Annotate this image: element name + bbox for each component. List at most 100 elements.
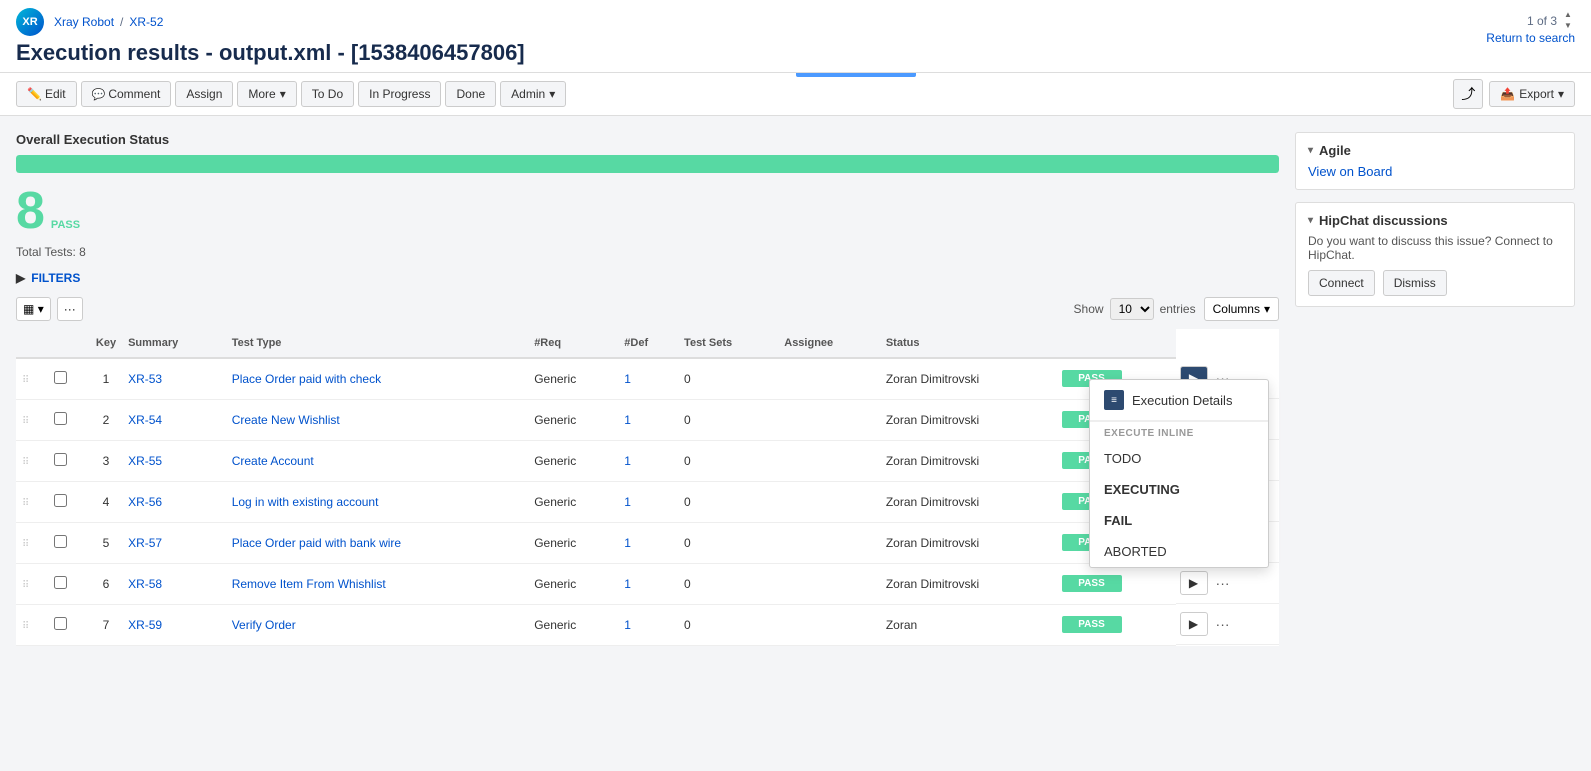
progress-indicator: [796, 73, 916, 77]
hipchat-section-header[interactable]: ▾ HipChat discussions: [1308, 213, 1562, 228]
drag-handle[interactable]: ⠿: [22, 498, 29, 509]
row-test-type: Generic: [528, 358, 618, 399]
done-button[interactable]: Done: [445, 81, 496, 107]
filters-toggle[interactable]: ▶ FILTERS: [16, 271, 1279, 285]
breadcrumb-current[interactable]: XR-52: [129, 15, 163, 29]
row-key[interactable]: XR-54: [128, 413, 162, 427]
overall-progress-bar: [16, 155, 1279, 173]
todo-button[interactable]: To Do: [301, 81, 354, 107]
row-checkbox[interactable]: [54, 617, 67, 630]
row-checkbox[interactable]: [54, 371, 67, 384]
row-more-button[interactable]: ···: [1212, 616, 1234, 632]
comment-button[interactable]: 💬 Comment: [81, 81, 172, 107]
row-assignee: Zoran: [880, 604, 1056, 645]
col-key: Key: [90, 329, 122, 358]
breadcrumb-parent[interactable]: Xray Robot: [54, 15, 114, 29]
drag-handle[interactable]: ⠿: [22, 539, 29, 550]
return-to-search-link[interactable]: Return to search: [1486, 31, 1575, 45]
row-test-sets: [778, 604, 880, 645]
row-key[interactable]: XR-57: [128, 536, 162, 550]
in-progress-button[interactable]: In Progress: [358, 81, 441, 107]
dismiss-button[interactable]: Dismiss: [1383, 270, 1447, 296]
run-button[interactable]: ▶: [1180, 612, 1208, 636]
row-num: 6: [90, 563, 122, 604]
row-req[interactable]: 1: [624, 618, 631, 632]
row-def: 0: [678, 563, 778, 604]
row-def: 0: [678, 358, 778, 399]
row-req[interactable]: 1: [624, 536, 631, 550]
agile-section-header[interactable]: ▾ Agile: [1308, 143, 1562, 158]
row-assignee: Zoran Dimitrovski: [880, 563, 1056, 604]
edit-button[interactable]: ✏️ Edit: [16, 81, 77, 107]
table-row: ⠿ 7 XR-59 Verify Order Generic 1 0 Zoran…: [16, 604, 1279, 645]
agile-chevron-icon: ▾: [1308, 145, 1313, 156]
hipchat-section: ▾ HipChat discussions Do you want to dis…: [1295, 202, 1575, 307]
table-icon: ▦: [23, 302, 34, 316]
row-key[interactable]: XR-56: [128, 495, 162, 509]
row-summary[interactable]: Place Order paid with check: [232, 372, 381, 386]
row-key[interactable]: XR-58: [128, 577, 162, 591]
row-test-sets: [778, 481, 880, 522]
nav-up-button[interactable]: ▲: [1561, 10, 1575, 20]
executing-item[interactable]: EXECUTING: [1090, 474, 1268, 505]
row-def: 0: [678, 604, 778, 645]
todo-item[interactable]: TODO: [1090, 443, 1268, 474]
drag-handle[interactable]: ⠿: [22, 580, 29, 591]
row-summary[interactable]: Create New Wishlist: [232, 413, 340, 427]
row-summary[interactable]: Verify Order: [232, 618, 296, 632]
drag-handle[interactable]: ⠿: [22, 416, 29, 427]
row-more-button[interactable]: ···: [1212, 575, 1234, 591]
row-checkbox[interactable]: [54, 494, 67, 507]
row-test-sets: [778, 440, 880, 481]
row-summary[interactable]: Remove Item From Whishlist: [232, 577, 386, 591]
row-summary[interactable]: Create Account: [232, 454, 314, 468]
more-options-button[interactable]: ···: [57, 297, 83, 321]
drag-handle[interactable]: ⠿: [22, 621, 29, 632]
row-num: 5: [90, 522, 122, 563]
row-req[interactable]: 1: [624, 495, 631, 509]
more-button[interactable]: More ▾: [237, 81, 296, 107]
row-actions-dropdown: ≡ Execution Details EXECUTE INLINE TODO …: [1089, 379, 1269, 568]
row-summary[interactable]: Log in with existing account: [232, 495, 379, 509]
export-button[interactable]: 📤 Export ▾: [1489, 81, 1575, 107]
bulk-action-button[interactable]: ▦ ▾: [16, 297, 51, 321]
connect-button[interactable]: Connect: [1308, 270, 1375, 296]
row-checkbox[interactable]: [54, 453, 67, 466]
col-actions: [1056, 329, 1176, 358]
show-entries-control: Show 10 25 50 entries: [1074, 298, 1196, 320]
admin-button[interactable]: Admin ▾: [500, 81, 566, 107]
row-key[interactable]: XR-55: [128, 454, 162, 468]
row-num: 2: [90, 399, 122, 440]
view-on-board-link[interactable]: View on Board: [1308, 164, 1392, 179]
row-summary[interactable]: Place Order paid with bank wire: [232, 536, 401, 550]
row-checkbox[interactable]: [54, 535, 67, 548]
fail-label: FAIL: [1104, 513, 1132, 528]
row-assignee: Zoran Dimitrovski: [880, 522, 1056, 563]
row-key[interactable]: XR-59: [128, 618, 162, 632]
col-test-type: Test Type: [226, 329, 529, 358]
row-checkbox[interactable]: [54, 576, 67, 589]
drag-handle[interactable]: ⠿: [22, 375, 29, 386]
nav-down-button[interactable]: ▼: [1561, 21, 1575, 31]
row-req[interactable]: 1: [624, 577, 631, 591]
drag-handle[interactable]: ⠿: [22, 457, 29, 468]
execution-details-item[interactable]: ≡ Execution Details: [1090, 380, 1268, 421]
row-req[interactable]: 1: [624, 413, 631, 427]
entries-select[interactable]: 10 25 50: [1110, 298, 1154, 320]
app-logo: XR: [16, 8, 44, 36]
row-req[interactable]: 1: [624, 454, 631, 468]
assign-button[interactable]: Assign: [175, 81, 233, 107]
row-key[interactable]: XR-53: [128, 372, 162, 386]
ellipsis-icon: ···: [64, 302, 76, 316]
filters-arrow-icon: ▶: [16, 271, 25, 285]
col-def: #Def: [618, 329, 678, 358]
run-button[interactable]: ▶: [1180, 571, 1208, 595]
total-tests: Total Tests: 8: [16, 245, 1279, 259]
row-checkbox[interactable]: [54, 412, 67, 425]
share-button[interactable]: ⤴: [1453, 79, 1483, 109]
row-req[interactable]: 1: [624, 372, 631, 386]
columns-button[interactable]: Columns ▾: [1204, 297, 1279, 321]
row-test-type: Generic: [528, 481, 618, 522]
fail-item[interactable]: FAIL: [1090, 505, 1268, 536]
aborted-item[interactable]: ABORTED: [1090, 536, 1268, 567]
